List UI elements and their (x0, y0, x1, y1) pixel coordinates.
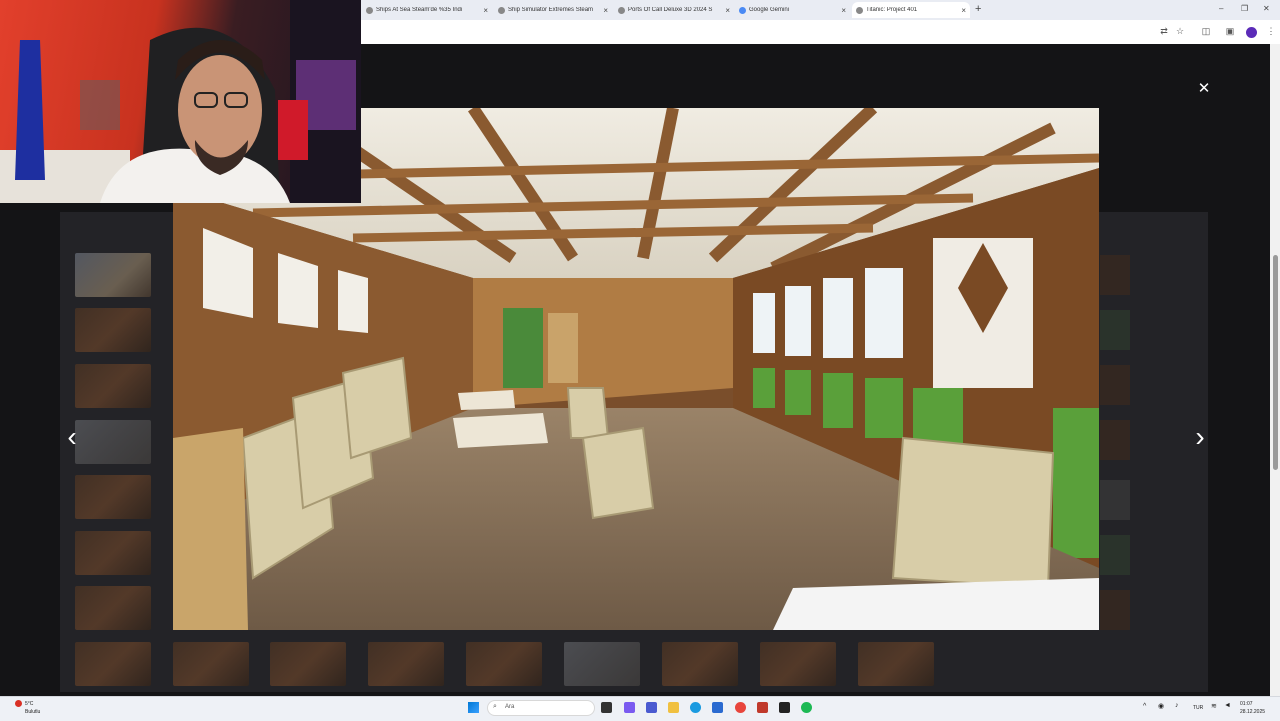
lightbox-prev-button[interactable]: ‹ (60, 421, 84, 452)
tab-close-icon[interactable]: × (603, 6, 608, 15)
gallery-thumbnail[interactable] (1100, 255, 1130, 295)
clock-date[interactable]: 28.12.2025 (1240, 709, 1265, 715)
tab-ships-at-sea[interactable]: Ships At Sea Steam'de %35 İndi × (362, 2, 492, 18)
sidebar-icon[interactable]: ▣ (1225, 26, 1235, 36)
weather-alert-icon (15, 700, 22, 707)
file-explorer-icon[interactable] (668, 702, 679, 713)
chrome-icon[interactable] (735, 702, 746, 713)
profile-avatar[interactable] (1246, 27, 1257, 38)
gallery-thumbnail[interactable] (75, 586, 151, 630)
steam-icon (498, 6, 505, 14)
close-window-icon[interactable]: ✕ (1263, 4, 1270, 13)
tab-close-icon[interactable]: × (725, 6, 730, 15)
network-icon[interactable]: ◉ (1158, 702, 1164, 710)
lightbox-next-button[interactable]: › (1188, 421, 1212, 452)
speaker-icon[interactable]: ◄ (1224, 702, 1231, 709)
bookmark-star-icon[interactable]: ☆ (1175, 26, 1185, 36)
translate-icon[interactable]: ⇄ (1159, 26, 1169, 36)
gallery-thumbnail[interactable] (270, 642, 346, 686)
restore-icon[interactable]: ❐ (1241, 4, 1248, 13)
app-icon[interactable] (757, 702, 768, 713)
tray-overflow-icon[interactable]: ^ (1143, 703, 1146, 710)
gallery-thumbnail[interactable] (75, 531, 151, 575)
windows-start-icon[interactable] (468, 702, 479, 713)
task-view-icon[interactable] (601, 702, 612, 713)
tab-label: Ships At Sea Steam'de %35 İndi (376, 7, 463, 13)
chevron-left-icon: ‹ (67, 421, 77, 452)
gemini-icon (739, 6, 746, 14)
tab-label: Titanic: Project 401 (866, 7, 918, 13)
taskbar-search-box[interactable] (487, 700, 595, 716)
input-language[interactable]: TUR (1193, 705, 1203, 711)
globe-icon (856, 6, 863, 14)
edge-icon[interactable] (690, 702, 701, 713)
gallery-thumbnail[interactable] (75, 364, 151, 408)
gallery-thumbnail[interactable] (662, 642, 738, 686)
gallery-thumbnail[interactable] (75, 253, 151, 297)
menu-dots-icon[interactable]: ⋮ (1266, 26, 1276, 36)
microphone-icon[interactable]: ♪ (1175, 702, 1179, 709)
gallery-thumbnail[interactable] (1100, 535, 1130, 575)
gallery-thumbnail[interactable] (466, 642, 542, 686)
minimize-icon[interactable]: – (1219, 4, 1223, 13)
webcam-overlay (0, 0, 361, 203)
gallery-thumbnail[interactable] (564, 642, 640, 686)
tab-close-icon[interactable]: × (961, 6, 966, 15)
gallery-thumbnail[interactable] (75, 642, 151, 686)
taskbar-search-label: Ara (505, 704, 515, 710)
gallery-thumbnail[interactable] (368, 642, 444, 686)
chevron-right-icon: › (1195, 421, 1205, 452)
store-icon[interactable] (712, 702, 723, 713)
spotify-icon[interactable] (801, 702, 812, 713)
teams-icon[interactable] (646, 702, 657, 713)
gallery-thumbnail[interactable] (173, 642, 249, 686)
tab-titanic-project-401[interactable]: Titanic: Project 401 × (852, 2, 970, 18)
gallery-thumbnail[interactable] (1100, 365, 1130, 405)
gallery-thumbnail[interactable] (858, 642, 934, 686)
extensions-icon[interactable]: ◫ (1201, 26, 1211, 36)
tab-label: Google Gemini (749, 7, 790, 13)
weather-temp[interactable]: 5°C (25, 701, 33, 707)
gallery-thumbnail[interactable] (75, 308, 151, 352)
tab-ports-of-call[interactable]: Ports Of Call Deluxe 3D 2024 S × (614, 2, 734, 18)
steam-icon (366, 6, 373, 14)
weather-desc[interactable]: Bulutlu (25, 709, 40, 715)
gallery-thumbnail[interactable] (75, 475, 151, 519)
gallery-thumbnail[interactable] (75, 420, 151, 464)
tab-close-icon[interactable]: × (841, 6, 846, 15)
terminal-icon[interactable] (779, 702, 790, 713)
tab-ship-simulator[interactable]: Ship Simulator Extremes Steam × (494, 2, 612, 18)
gallery-thumbnail[interactable] (760, 642, 836, 686)
search-icon: ⌕ (493, 703, 497, 710)
clock-time[interactable]: 01:07 (1240, 701, 1253, 707)
lightbox-close-button[interactable]: ✕ (1196, 81, 1212, 97)
gallery-thumbnail[interactable] (1100, 420, 1130, 460)
tab-close-icon[interactable]: × (483, 6, 488, 15)
windows-taskbar (0, 696, 1280, 721)
tab-label: Ports Of Call Deluxe 3D 2024 S (628, 7, 713, 13)
wifi-icon[interactable]: ≋ (1211, 702, 1217, 710)
gallery-thumbnail[interactable] (1100, 480, 1130, 520)
gallery-thumbnail[interactable] (1100, 590, 1130, 630)
tab-label: Ship Simulator Extremes Steam (508, 7, 594, 13)
scrollbar-thumb[interactable] (1273, 255, 1278, 470)
new-tab-icon[interactable]: + (975, 3, 981, 15)
copilot-icon[interactable] (624, 702, 635, 713)
globe-icon (618, 6, 625, 14)
gallery-thumbnail[interactable] (1100, 310, 1130, 350)
tab-google-gemini[interactable]: Google Gemini × (735, 2, 850, 18)
